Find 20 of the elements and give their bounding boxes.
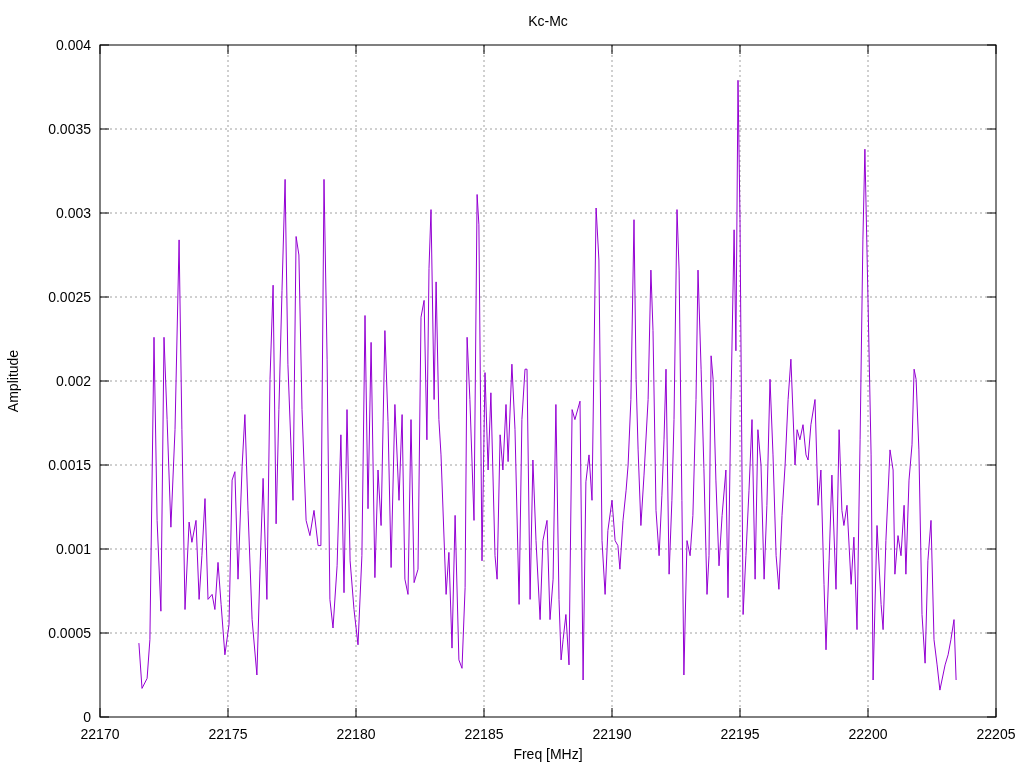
tick-label: 22190 [592, 726, 632, 742]
tick-label: 0.004 [55, 37, 91, 53]
tick-label: 22170 [80, 726, 120, 742]
y-axis-label: Amplitude [5, 349, 21, 413]
tick-label: 0.002 [55, 373, 91, 389]
tick-label: 22175 [208, 726, 248, 742]
tick-label: 0 [83, 709, 91, 725]
tick-label: 22195 [720, 726, 760, 742]
tick-label: 0.0005 [48, 625, 91, 641]
tick-label: 22200 [848, 726, 888, 742]
tick-label: 0.0015 [48, 457, 91, 473]
tick-label: 0.001 [55, 541, 91, 557]
tick-label: 22185 [464, 726, 504, 742]
chart-title: Kc-Mc [528, 13, 568, 29]
tick-label: 0.0025 [48, 289, 91, 305]
tick-label: 22205 [976, 726, 1016, 742]
tick-label: 22180 [336, 726, 376, 742]
tick-label: 0.0035 [48, 121, 91, 137]
x-axis-label: Freq [MHz] [513, 746, 583, 762]
tick-label: 0.003 [55, 205, 91, 221]
